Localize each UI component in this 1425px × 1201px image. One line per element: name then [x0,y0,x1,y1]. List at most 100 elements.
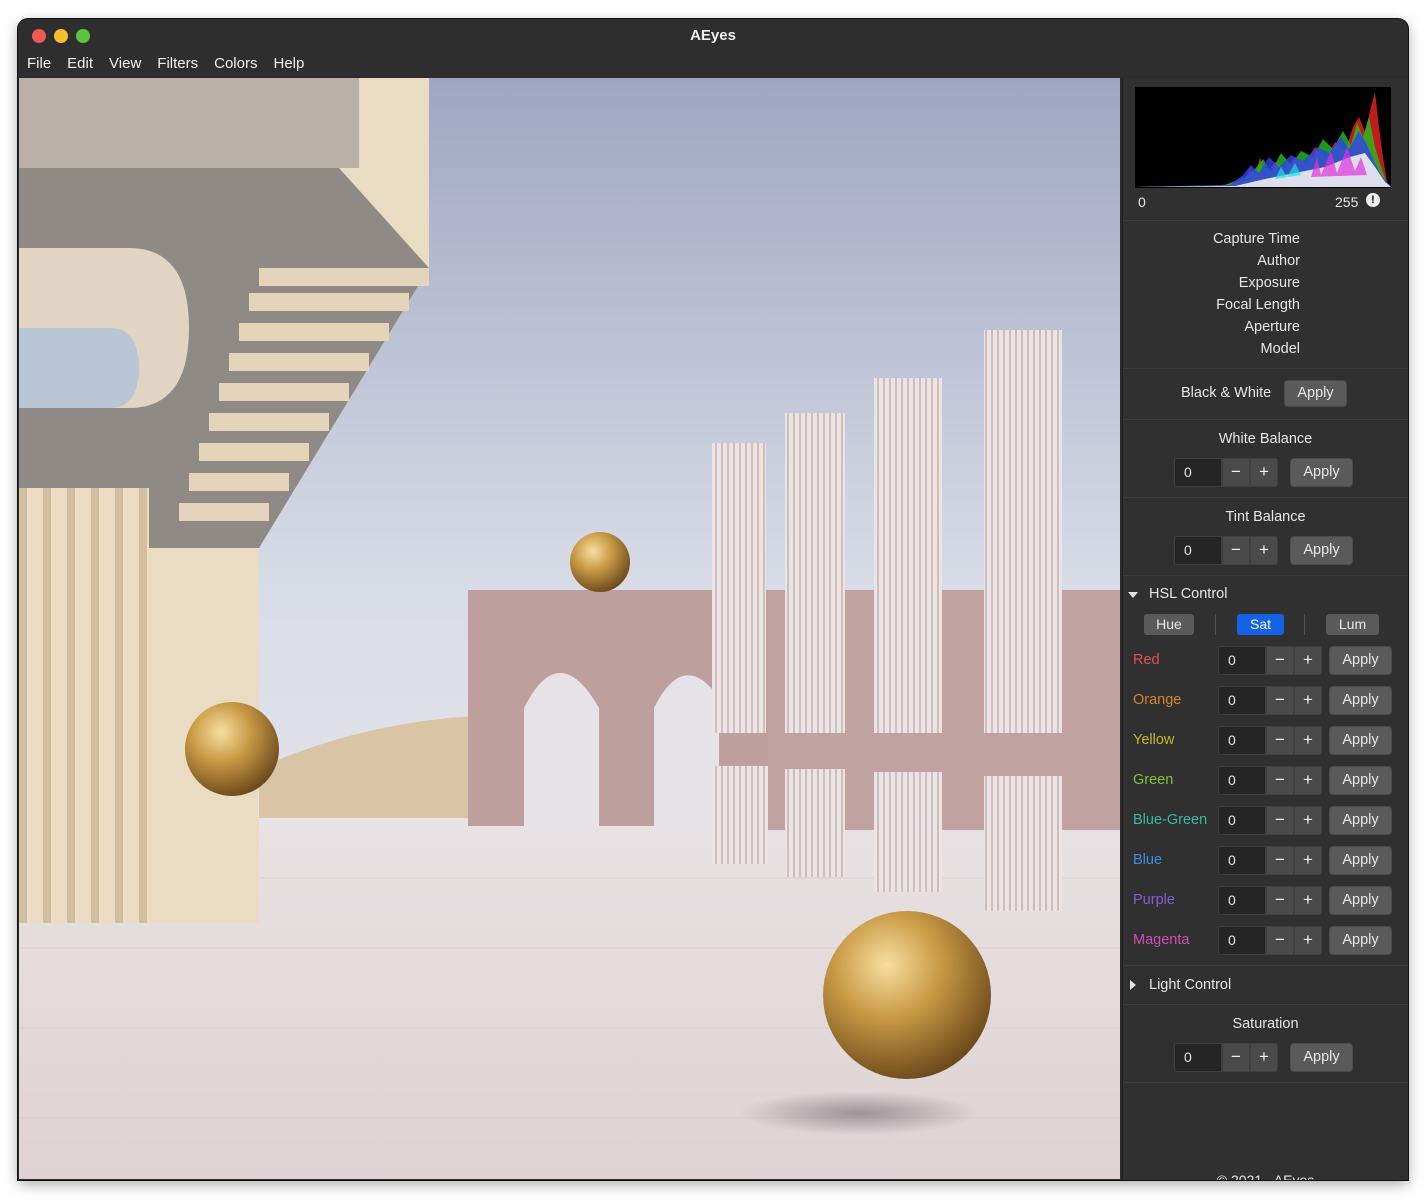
hsl-apply-button-orange[interactable]: Apply [1329,686,1392,715]
hsl-decrement-button-magenta[interactable]: − [1266,926,1294,955]
hsl-input-red[interactable]: 0 [1218,646,1266,675]
menu-file[interactable]: File [27,53,59,77]
hsl-increment-button-purple[interactable]: + [1294,886,1322,915]
hsl-stepper-magenta: 0− + [1218,926,1322,955]
hsl-stepper-blue-green: 0− + [1218,806,1322,835]
tint-balance-increment-button[interactable]: + [1250,536,1278,565]
tint-balance-section: Tint Balance 0 − + Apply [1123,498,1408,576]
title-bar: AEyes [18,19,1408,53]
hsl-label-purple: Purple [1133,892,1175,908]
tint-balance-apply-button[interactable]: Apply [1290,536,1353,565]
saturation-increment-button[interactable]: + [1250,1043,1278,1072]
hsl-tab-bar: Hue Sat Lum [1123,614,1408,636]
saturation-section: Saturation 0 − + Apply [1123,1005,1408,1083]
hsl-stepper-orange: 0− + [1218,686,1322,715]
hsl-label-blue-green: Blue-Green [1133,812,1208,828]
tab-lum[interactable]: Lum [1326,614,1379,635]
tint-balance-input[interactable]: 0 [1174,536,1222,565]
hsl-row-purple: Purple 0− + Apply [1123,886,1408,916]
hsl-increment-button-magenta[interactable]: + [1294,926,1322,955]
hsl-stepper-purple: 0− + [1218,886,1322,915]
hsl-decrement-button-orange[interactable]: − [1266,686,1294,715]
hsl-label-red: Red [1133,652,1160,668]
histogram-graph [1135,87,1391,188]
hsl-input-purple[interactable]: 0 [1218,886,1266,915]
hsl-stepper-green: 0− + [1218,766,1322,795]
meta-exposure: Exposure [1238,275,1300,291]
metadata-section: Capture Time Author Exposure Focal Lengt… [1123,221,1408,369]
hsl-input-yellow[interactable]: 0 [1218,726,1266,755]
hsl-apply-button-blue[interactable]: Apply [1329,846,1392,875]
hsl-decrement-button-purple[interactable]: − [1266,886,1294,915]
hsl-apply-button-magenta[interactable]: Apply [1329,926,1392,955]
hsl-input-orange[interactable]: 0 [1218,686,1266,715]
menu-help[interactable]: Help [273,53,312,77]
hsl-label-magenta: Magenta [1133,932,1190,948]
histogram-section: 0 255 ! [1123,78,1408,221]
expand-down-icon[interactable] [1128,592,1138,598]
hsl-increment-button-orange[interactable]: + [1294,686,1322,715]
white-balance-label: White Balance [1218,431,1313,447]
hsl-increment-button-red[interactable]: + [1294,646,1322,675]
tab-separator [1215,614,1216,635]
white-balance-increment-button[interactable]: + [1250,458,1278,487]
hsl-row-yellow: Yellow 0− + Apply [1123,726,1408,756]
histogram-min-label: 0 [1138,194,1146,210]
light-control-section: Light Control [1123,966,1408,1005]
hsl-stepper-blue: 0− + [1218,846,1322,875]
hsl-input-green[interactable]: 0 [1218,766,1266,795]
hsl-label-orange: Orange [1133,692,1182,708]
hsl-apply-button-blue-green[interactable]: Apply [1329,806,1392,835]
hsl-input-blue[interactable]: 0 [1218,846,1266,875]
hsl-increment-button-blue-green[interactable]: + [1294,806,1322,835]
hsl-control-section: HSL Control Hue Sat Lum Red 0− + Apply Orang… [1123,576,1408,966]
app-window: AEyes File Edit View Filters Colors Help [18,19,1408,1180]
hsl-input-blue-green[interactable]: 0 [1218,806,1266,835]
white-balance-apply-button[interactable]: Apply [1290,458,1353,487]
menu-edit[interactable]: Edit [67,53,101,77]
menu-filters[interactable]: Filters [157,53,206,77]
exclamation-circle-icon[interactable]: ! [1366,193,1380,207]
hsl-control-header[interactable]: HSL Control [1149,586,1227,602]
image-canvas[interactable] [19,78,1120,1179]
hsl-stepper-red: 0− + [1218,646,1322,675]
hsl-apply-button-green[interactable]: Apply [1329,766,1392,795]
saturation-stepper: 0 − + [1174,1043,1278,1072]
hsl-row-green: Green 0− + Apply [1123,766,1408,796]
hsl-decrement-button-yellow[interactable]: − [1266,726,1294,755]
menu-view[interactable]: View [109,53,149,77]
hsl-stepper-yellow: 0− + [1218,726,1322,755]
hsl-increment-button-yellow[interactable]: + [1294,726,1322,755]
hsl-apply-button-red[interactable]: Apply [1329,646,1392,675]
black-white-apply-button[interactable]: Apply [1284,380,1347,407]
control-panel: 0 255 ! Capture Time Author Exposure Foc… [1122,78,1408,1180]
tab-hue[interactable]: Hue [1144,614,1194,635]
hsl-input-magenta[interactable]: 0 [1218,926,1266,955]
hsl-decrement-button-blue-green[interactable]: − [1266,806,1294,835]
hsl-apply-button-purple[interactable]: Apply [1329,886,1392,915]
hsl-increment-button-blue[interactable]: + [1294,846,1322,875]
black-white-section: Black & White Apply [1123,369,1408,420]
hsl-decrement-button-green[interactable]: − [1266,766,1294,795]
saturation-apply-button[interactable]: Apply [1290,1043,1353,1072]
meta-aperture: Aperture [1244,319,1300,335]
hsl-decrement-button-red[interactable]: − [1266,646,1294,675]
hsl-row-red: Red 0− + Apply [1123,646,1408,676]
hsl-increment-button-green[interactable]: + [1294,766,1322,795]
hsl-row-orange: Orange 0− + Apply [1123,686,1408,716]
light-control-header[interactable]: Light Control [1149,977,1231,993]
saturation-decrement-button[interactable]: − [1222,1043,1250,1072]
menu-colors[interactable]: Colors [214,53,265,77]
saturation-input[interactable]: 0 [1174,1043,1222,1072]
hsl-apply-button-yellow[interactable]: Apply [1329,726,1392,755]
tint-balance-decrement-button[interactable]: − [1222,536,1250,565]
hsl-decrement-button-blue[interactable]: − [1266,846,1294,875]
white-balance-stepper: 0 − + [1174,458,1278,487]
scene-image [19,78,1120,1179]
tab-sat[interactable]: Sat [1237,614,1284,635]
white-balance-decrement-button[interactable]: − [1222,458,1250,487]
white-balance-input[interactable]: 0 [1174,458,1222,487]
meta-capture-time: Capture Time [1212,231,1300,247]
tab-separator [1304,614,1305,635]
expand-right-icon[interactable] [1130,980,1136,990]
